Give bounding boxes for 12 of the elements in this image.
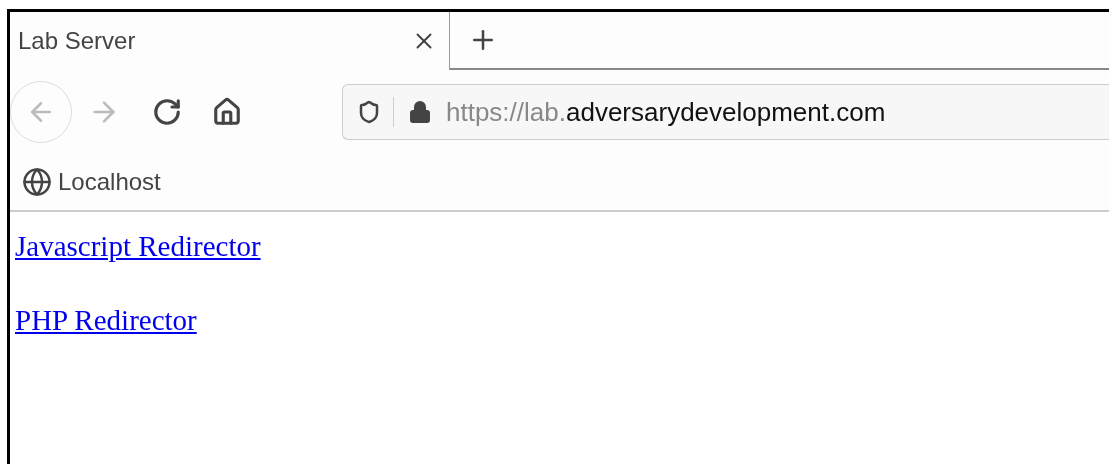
lock-icon[interactable] — [408, 100, 432, 124]
globe-icon — [22, 167, 52, 197]
bookmark-label: Localhost — [58, 167, 161, 197]
tab-title: Lab Server — [18, 26, 137, 56]
reload-icon[interactable] — [152, 97, 182, 127]
page-link[interactable]: PHP Redirector — [15, 302, 197, 338]
shield-icon[interactable] — [357, 100, 381, 124]
url-text: https://lab.adversarydevelopment.com — [446, 95, 886, 129]
page-link[interactable]: Javascript Redirector — [15, 228, 261, 264]
url-field[interactable]: https://lab.adversarydevelopment.com — [342, 84, 1109, 140]
home-icon[interactable] — [212, 97, 242, 127]
bookmark-item[interactable]: Localhost — [22, 164, 161, 200]
